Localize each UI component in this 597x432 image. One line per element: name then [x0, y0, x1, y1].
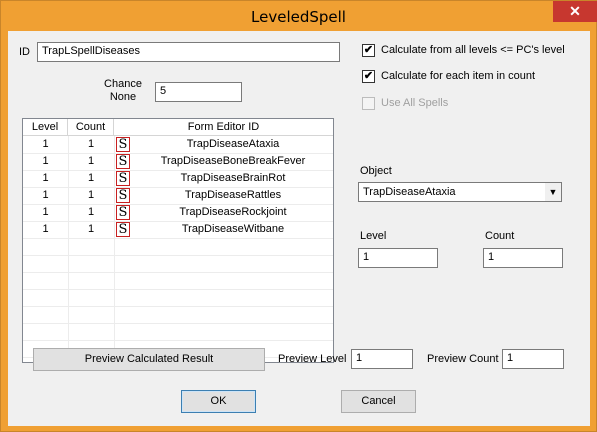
spell-icon: S: [116, 137, 130, 152]
table-row[interactable]: 1 1 S TrapDiseaseAtaxia: [23, 136, 333, 153]
table-row[interactable]: 1 1 S TrapDiseaseBoneBreakFever: [23, 153, 333, 170]
spell-icon: S: [116, 222, 130, 237]
cell-level: 1: [42, 189, 49, 201]
cell-editor-id: TrapDiseaseBrainRot: [180, 172, 286, 184]
spell-icon: S: [116, 154, 130, 169]
preview-level-field[interactable]: 1: [351, 349, 413, 369]
preview-level-label: Preview Level: [278, 353, 347, 365]
dialog-body: ID TrapLSpellDiseases Chance None 5 ✔ Ca…: [8, 31, 590, 426]
row-divider: [23, 323, 333, 324]
cell-editor-id: TrapDiseaseRockjoint: [179, 206, 287, 218]
object-label: Object: [360, 165, 392, 177]
row-divider: [23, 306, 333, 307]
close-button[interactable]: ✕: [553, 1, 597, 22]
title-bar[interactable]: LeveledSpell ✕: [1, 1, 597, 31]
table-row[interactable]: 1 1 S TrapDiseaseWitbane: [23, 221, 333, 238]
table-header: Level Count Form Editor ID: [23, 119, 333, 136]
cell-count: 1: [87, 172, 95, 184]
id-field[interactable]: TrapLSpellDiseases: [37, 42, 340, 62]
count-label: Count: [485, 230, 515, 242]
preview-calculated-result-button[interactable]: Preview Calculated Result: [33, 348, 265, 371]
cell-count: 1: [87, 189, 95, 201]
level-field[interactable]: 1: [358, 248, 438, 268]
dialog-window: LeveledSpell ✕ ID TrapLSpellDiseases Cha…: [0, 0, 597, 432]
cell-count: 1: [87, 206, 95, 218]
column-header-form-editor-id[interactable]: Form Editor ID: [114, 119, 333, 136]
calc-all-levels-checkbox[interactable]: ✔: [362, 44, 375, 57]
cell-editor-id: TrapDiseaseRattles: [184, 189, 282, 201]
row-divider: [23, 289, 333, 290]
cell-count: 1: [87, 155, 95, 167]
column-header-level[interactable]: Level: [23, 119, 68, 136]
object-selected-value: TrapDiseaseAtaxia: [363, 186, 456, 198]
preview-count-label: Preview Count: [427, 353, 499, 365]
cell-editor-id: TrapDiseaseAtaxia: [186, 138, 280, 150]
object-dropdown[interactable]: TrapDiseaseAtaxia ▼: [358, 182, 562, 202]
table-row[interactable]: 1 1 S TrapDiseaseRattles: [23, 187, 333, 204]
calc-each-item-checkbox[interactable]: ✔: [362, 70, 375, 83]
cell-level: 1: [42, 206, 49, 218]
count-field[interactable]: 1: [483, 248, 563, 268]
close-icon: ✕: [569, 3, 581, 19]
calc-each-item-label[interactable]: Calculate for each item in count: [381, 70, 535, 82]
table-row[interactable]: 1 1 S TrapDiseaseBrainRot: [23, 170, 333, 187]
chance-none-field[interactable]: 5: [155, 82, 242, 102]
cell-level: 1: [42, 223, 49, 235]
use-all-spells-label: Use All Spells: [381, 97, 449, 109]
row-divider: [23, 272, 333, 273]
spell-icon: S: [116, 171, 130, 186]
chance-none-label: Chance None: [104, 78, 142, 103]
cell-level: 1: [42, 172, 49, 184]
spell-icon: S: [116, 188, 130, 203]
cell-editor-id: TrapDiseaseBoneBreakFever: [160, 155, 306, 167]
cell-editor-id: TrapDiseaseWitbane: [181, 223, 285, 235]
cell-level: 1: [42, 138, 49, 150]
table-row[interactable]: 1 1 S TrapDiseaseRockjoint: [23, 204, 333, 221]
use-all-spells-checkbox: [362, 97, 375, 110]
cell-count: 1: [87, 138, 95, 150]
chevron-down-icon[interactable]: ▼: [544, 183, 561, 201]
spell-list-table[interactable]: Level Count Form Editor ID 1 1 S TrapDiseas…: [22, 118, 334, 363]
id-label: ID: [19, 46, 30, 58]
spell-icon: S: [116, 205, 130, 220]
row-divider: [23, 255, 333, 256]
calc-all-levels-label[interactable]: Calculate from all levels <= PC's level: [381, 44, 565, 56]
preview-count-field[interactable]: 1: [502, 349, 564, 369]
ok-button[interactable]: OK: [181, 390, 256, 413]
cell-count: 1: [87, 223, 95, 235]
row-divider: [23, 340, 333, 341]
column-header-count[interactable]: Count: [68, 119, 114, 136]
window-title: LeveledSpell: [251, 8, 346, 26]
row-divider: [23, 238, 333, 239]
level-label: Level: [360, 230, 387, 242]
cancel-button[interactable]: Cancel: [341, 390, 416, 413]
cell-level: 1: [42, 155, 49, 167]
